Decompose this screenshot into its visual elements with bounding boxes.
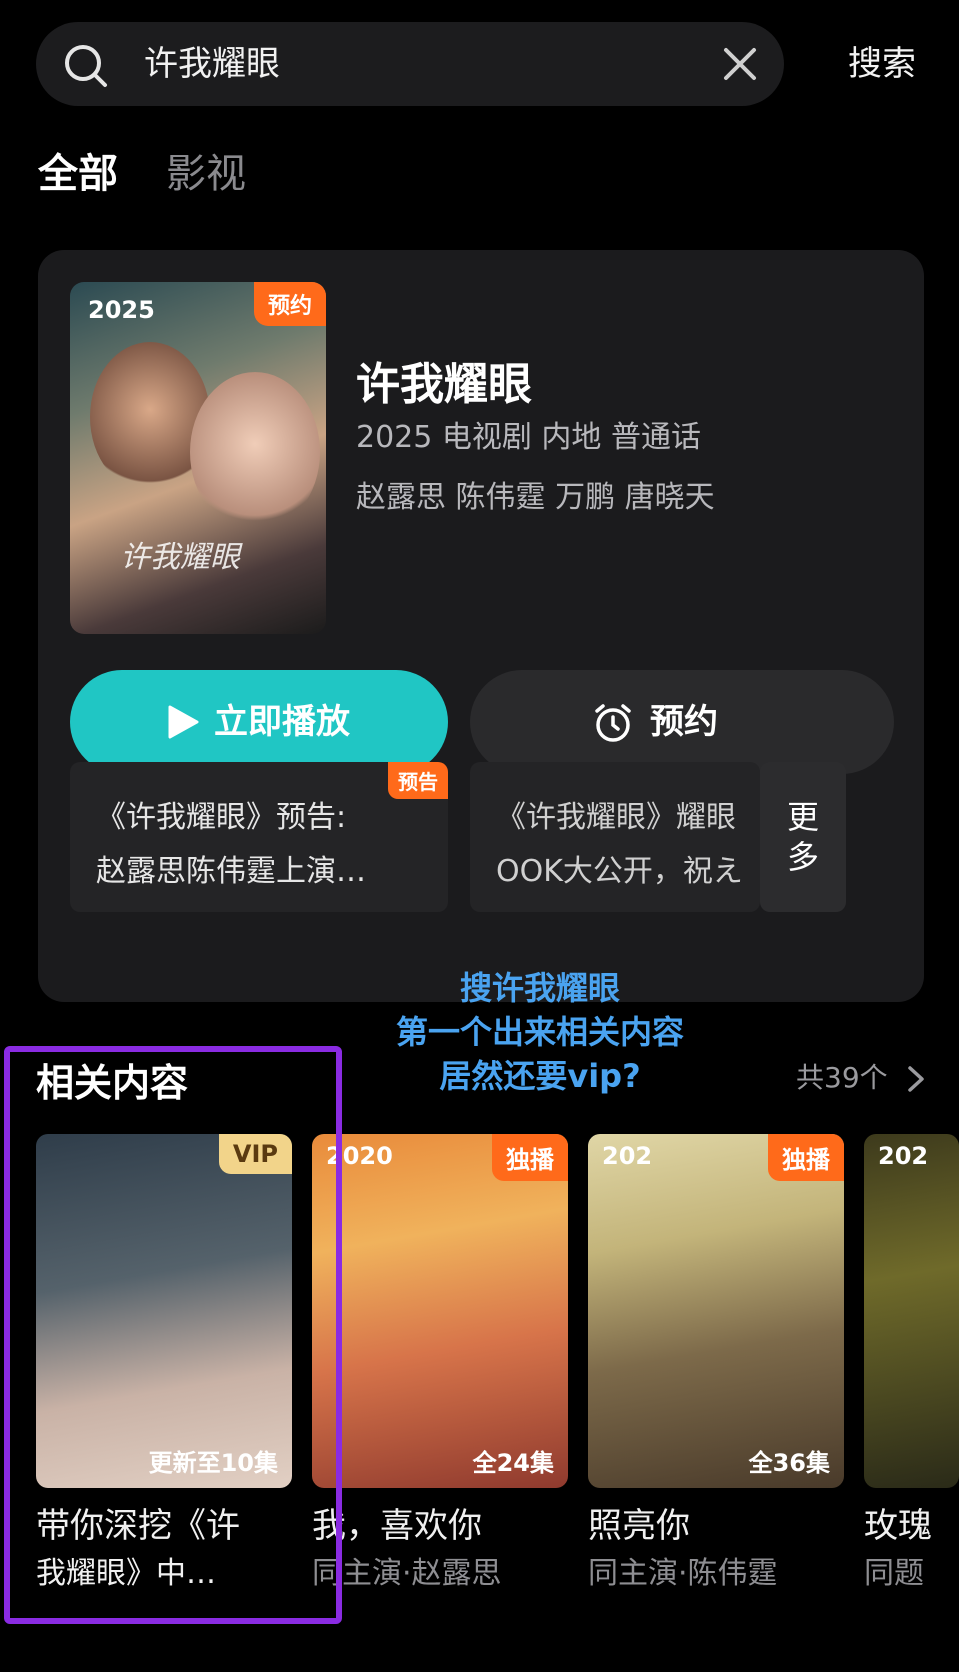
annotation-line: 搜许我耀眼: [459, 969, 620, 1007]
episode-count: 全24集: [472, 1449, 554, 1477]
related-section-title: 相关内容: [36, 1061, 189, 1105]
related-card[interactable]: 2020 独播 全24集 我，喜欢你 同主演·赵露思: [312, 1134, 568, 1598]
search-button[interactable]: 搜索: [848, 38, 916, 90]
related-title: 玫瑰: [864, 1506, 932, 1546]
poster-year: 2025: [88, 296, 155, 324]
related-card[interactable]: 202 玫瑰 同题: [864, 1134, 959, 1598]
clip-title: 《许我耀眼》预告:: [96, 800, 347, 835]
related-card[interactable]: 202 独播 全36集 照亮你 同主演·陈伟霆: [588, 1134, 844, 1598]
thumb-year: 202: [878, 1142, 929, 1170]
vip-badge: VIP: [218, 1134, 292, 1174]
related-count-link[interactable]: 共39个: [796, 1056, 888, 1096]
play-now-button[interactable]: 立即播放: [70, 670, 448, 774]
reserve-label: 预约: [650, 702, 718, 742]
chevron-right-icon[interactable]: [904, 1064, 928, 1094]
result-cast: 赵露思 陈伟霆 万鹏 唐晓天: [356, 480, 715, 515]
trailer-badge: 预告: [388, 762, 448, 799]
thumb-year: 2020: [326, 1142, 393, 1170]
tab-all[interactable]: 全部: [38, 148, 118, 200]
main-result-card[interactable]: 2025 预约 许我耀眼 许我耀眼 2025 电视剧 内地 普通话 赵露思 陈伟…: [38, 250, 924, 1002]
search-bar[interactable]: 许我耀眼: [36, 22, 784, 106]
related-subtitle: 我耀眼》中…: [36, 1556, 216, 1591]
result-title[interactable]: 许我耀眼: [356, 348, 532, 412]
episode-count: 更新至10集: [148, 1449, 278, 1477]
related-title: 照亮你: [588, 1506, 690, 1546]
clip-item[interactable]: 《许我耀眼》耀眼 OOK大公开，祝え: [470, 762, 760, 912]
thumb-year: 202: [602, 1142, 653, 1170]
play-icon: [168, 705, 199, 739]
clip-item[interactable]: 预告 《许我耀眼》预告: 赵露思陈伟霆上演…: [70, 762, 448, 912]
related-subtitle: 同题: [864, 1556, 924, 1591]
search-input[interactable]: 许我耀眼: [144, 38, 280, 90]
episode-count: 全36集: [748, 1449, 830, 1477]
annotation-line: 居然还要vip?: [439, 1057, 641, 1095]
related-thumbnail[interactable]: VIP 更新至10集: [36, 1134, 292, 1488]
reserve-button[interactable]: 预约: [470, 670, 894, 774]
exclusive-badge: 独播: [768, 1134, 844, 1181]
related-thumbnail[interactable]: 2020 独播 全24集: [312, 1134, 568, 1488]
clip-title: 《许我耀眼》耀眼: [496, 800, 736, 835]
related-subtitle: 同主演·赵露思: [312, 1556, 502, 1591]
poster-title-script: 许我耀眼: [120, 540, 240, 575]
more-label: 多: [786, 838, 819, 876]
annotation-line: 第一个出来相关内容: [395, 1013, 684, 1051]
more-button[interactable]: 更 多: [760, 762, 846, 912]
play-now-label: 立即播放: [214, 702, 350, 742]
related-thumbnail[interactable]: 202 独播 全36集: [588, 1134, 844, 1488]
close-icon[interactable]: [720, 44, 760, 84]
tab-film-tv[interactable]: 影视: [166, 148, 246, 200]
alarm-clock-icon: [595, 704, 631, 742]
clip-subtitle: 赵露思陈伟霆上演…: [96, 854, 366, 889]
related-subtitle: 同主演·陈伟霆: [588, 1556, 778, 1591]
related-title: 我，喜欢你: [312, 1506, 482, 1546]
reserve-badge: 预约: [253, 282, 326, 326]
poster-figure: [190, 372, 320, 532]
exclusive-badge: 独播: [492, 1134, 568, 1181]
related-title: 带你深挖《许: [36, 1506, 240, 1546]
search-icon: [65, 45, 107, 87]
related-card[interactable]: VIP 更新至10集 带你深挖《许 我耀眼》中…: [36, 1134, 292, 1598]
result-meta: 2025 电视剧 内地 普通话: [356, 420, 701, 455]
poster[interactable]: 2025 预约 许我耀眼: [70, 282, 326, 634]
clip-subtitle: OOK大公开，祝え: [496, 854, 743, 889]
annotation-text: 搜许我耀眼 第一个出来相关内容 居然还要vip?: [360, 966, 720, 1098]
related-thumbnail[interactable]: 202: [864, 1134, 959, 1488]
more-label: 更: [786, 798, 819, 836]
